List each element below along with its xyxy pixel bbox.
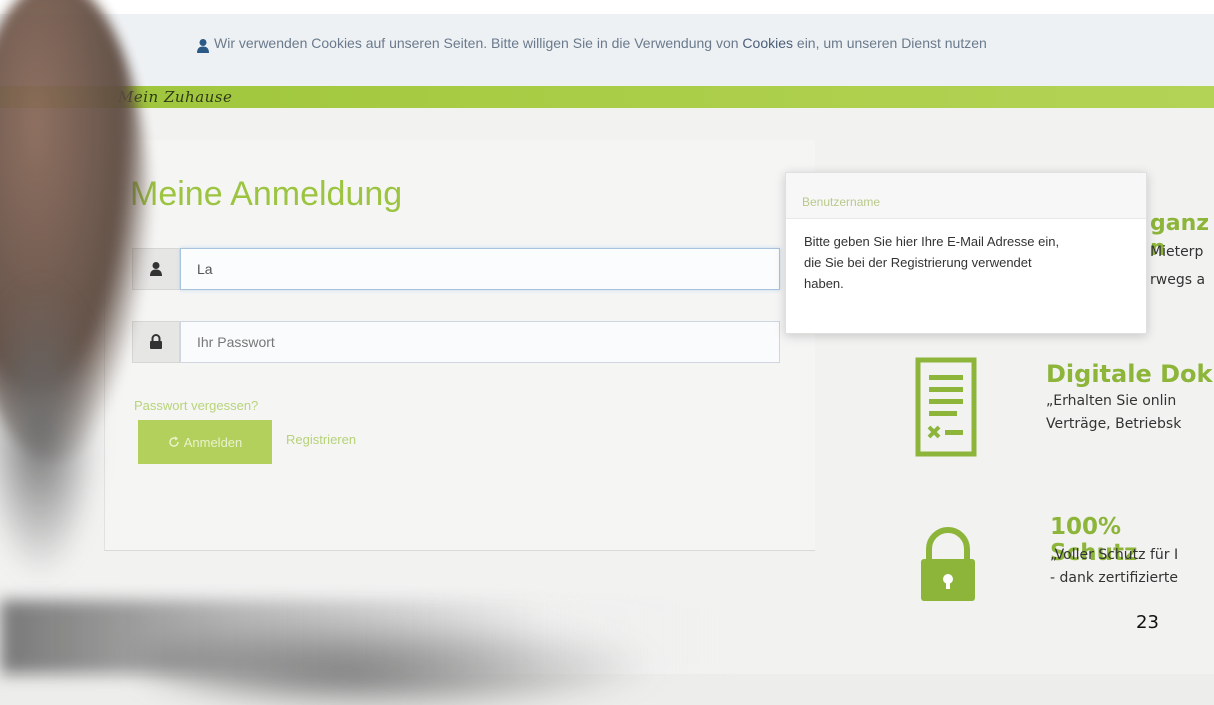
feature-text: „Erhalten Sie onlin xyxy=(1046,393,1177,409)
feature-text: rwegs a xyxy=(1150,272,1206,288)
password-row xyxy=(132,321,782,363)
document-icon xyxy=(915,357,977,457)
login-button[interactable]: Anmelden xyxy=(138,420,272,464)
feature-heading: Digitale Dok xyxy=(1046,360,1213,388)
feature-text: - dank zertifizierte xyxy=(1050,570,1179,586)
username-tooltip: Benutzername Bitte geben Sie hier Ihre E… xyxy=(785,172,1147,334)
username-input[interactable] xyxy=(180,248,780,290)
tooltip-title: Benutzername xyxy=(786,173,1146,219)
password-input[interactable] xyxy=(180,321,780,363)
forgot-password-link[interactable]: Passwort vergessen? xyxy=(134,398,258,413)
cookie-text: Wir verwenden Cookies auf unseren Seiten… xyxy=(214,35,987,51)
padlock-icon xyxy=(921,527,975,601)
spinner-icon xyxy=(168,436,179,447)
feature-text: Mieterp xyxy=(1150,244,1204,260)
top-strip xyxy=(0,0,1214,14)
cookie-link[interactable]: Cookies xyxy=(742,35,793,51)
page-title: Meine Anmeldung xyxy=(130,175,403,213)
foreground-blur xyxy=(0,600,1214,674)
username-row xyxy=(132,248,782,290)
feature-text: „Voller Schutz für I xyxy=(1050,547,1179,563)
tooltip-body: Bitte geben Sie hier Ihre E-Mail Adresse… xyxy=(804,234,1060,291)
register-link[interactable]: Registrieren xyxy=(286,432,356,447)
user-icon xyxy=(197,39,209,53)
feature-text: Verträge, Betriebsk xyxy=(1046,416,1182,432)
